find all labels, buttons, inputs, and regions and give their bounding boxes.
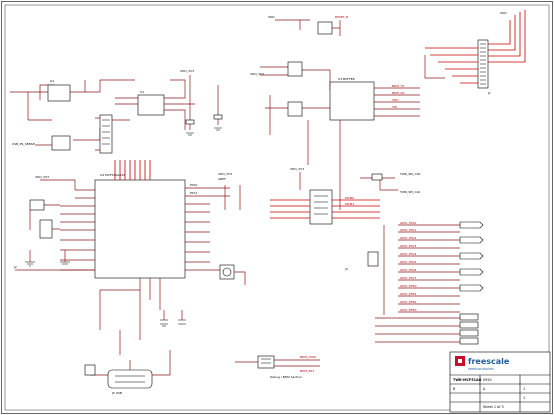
svg-text:VDD: VDD [268, 15, 275, 19]
offpage-connectors [459, 221, 484, 292]
gpio-net-list: GPIO_PTA0 GPIO_PTA1 GPIO_PTA2 GPIO_PTA3 … [344, 221, 484, 315]
svg-text:J1: J1 [487, 91, 491, 95]
net-label-3: GPIO_PTA3 [400, 244, 416, 248]
sheet-text: Sheet 1 of 3 [483, 405, 504, 409]
q1-transistor [47, 84, 71, 102]
fuse-f1 [84, 364, 96, 376]
sheet-of: 1 [523, 396, 525, 400]
buzzer [219, 264, 235, 280]
u5-driver-ic [309, 189, 333, 225]
schematic-sheet: Q1 USB_PS_SENSE U1 VDD_3V3 VDD RESET_B U… [1, 1, 553, 414]
svg-text:BDM_RST: BDM_RST [300, 369, 314, 373]
sheet-number: 1 [523, 387, 525, 391]
q2-transistor [51, 135, 71, 151]
svg-text:BDM_TX: BDM_TX [392, 84, 404, 88]
header-j1: VDD J1 [424, 10, 526, 95]
svg-text:U3 BUFFER: U3 BUFFER [338, 77, 355, 81]
svg-text:VDD_3V3: VDD_3V3 [35, 175, 49, 179]
svg-text:J2: J2 [13, 265, 17, 269]
u3-buffer-ic [329, 81, 375, 121]
svg-text:PWM1: PWM1 [345, 202, 354, 206]
svg-text:PTA1: PTA1 [190, 191, 197, 195]
sensor-block: VDD_3V3 AREF [215, 172, 246, 285]
svg-text:RESET_B: RESET_B [335, 15, 348, 19]
brand-name: freescale [468, 357, 510, 366]
svg-text:Q1: Q1 [50, 79, 54, 83]
offpage-spi-2 [459, 329, 479, 337]
svg-text:U4 MCF51AG128: U4 MCF51AG128 [100, 173, 125, 177]
net-label-7: GPIO_PTA7 [400, 276, 416, 280]
net-label-5: GPIO_PTA5 [400, 260, 416, 264]
svg-text:TWR_SPI_CS0: TWR_SPI_CS0 [399, 172, 420, 176]
reset-block: VDD RESET_B [268, 15, 348, 36]
u1-ic [137, 94, 165, 116]
bdm-header-j6 [257, 355, 275, 369]
cap-c10 [29, 199, 45, 211]
svg-text:BDM_DATA: BDM_DATA [300, 355, 317, 359]
resistor-r20 [371, 173, 383, 181]
u4-mcu [94, 179, 186, 279]
net-label-9: GPIO_PTB1 [400, 292, 417, 296]
jumper-j3 [367, 251, 379, 267]
doc-title: TWR-MCF51AG [453, 378, 482, 382]
usb-connector-block: J5 USB [84, 289, 186, 395]
net-label-10: GPIO_PTB2 [400, 300, 417, 304]
jumper-j3-label: J3 [344, 267, 348, 271]
svg-text:AREF: AREF [218, 177, 226, 181]
q5-transistor [287, 101, 303, 117]
svg-text:VDD_3V3: VDD_3V3 [218, 172, 232, 176]
net-label-11: GPIO_PTB3 [400, 308, 417, 312]
brand-sub: semiconductor [468, 367, 495, 371]
usb-connector-j5 [107, 369, 153, 389]
svg-text:J5 USB: J5 USB [111, 391, 122, 395]
driver-block: VDD_3V3 PWM0 PWM1 TWR_SPI_CS0 TWR_SPI_CL… [270, 167, 421, 225]
net-label-2: GPIO_PTA2 [400, 236, 416, 240]
svg-text:VDD_3V3: VDD_3V3 [180, 69, 194, 73]
spi-block [375, 313, 479, 345]
svg-text:TDI: TDI [391, 105, 397, 109]
net-label-1: GPIO_PTA1 [400, 228, 416, 232]
svg-text:USB_PS_SENSE: USB_PS_SENSE [12, 142, 35, 146]
title-block: freescale semiconductor TWR-MCF51AG 0950… [449, 351, 551, 413]
net-label-6: GPIO_PTA6 [400, 268, 416, 272]
cap-c2 [213, 114, 223, 120]
svg-text:PWM0: PWM0 [345, 196, 354, 200]
svg-text:VDD_3V3: VDD_3V3 [250, 72, 264, 76]
svg-text:U1: U1 [140, 90, 144, 94]
offpage-spi-0 [459, 313, 479, 321]
doc-number: 0950 [483, 378, 492, 382]
q3-transistor [317, 21, 333, 35]
svg-text:TDO: TDO [391, 98, 399, 102]
svg-text:VDD_3V3: VDD_3V3 [290, 167, 304, 171]
svg-text:BDM_RX: BDM_RX [392, 91, 405, 95]
regulator-block: Q1 USB_PS_SENSE U1 VDD_3V3 [10, 69, 223, 154]
sheet-inner-border [4, 4, 550, 411]
mcu-block: U4 MCF51AG128 PTA0 PTA1 J2 VDD_3V3 [13, 160, 230, 340]
net-label-4: GPIO_PTA4 [400, 252, 416, 256]
net-label-column: GPIO_PTA0 GPIO_PTA1 GPIO_PTA2 GPIO_PTA3 … [400, 221, 417, 312]
offpage-spi-3 [459, 337, 479, 345]
crystal-y1 [39, 219, 53, 239]
svg-text:VDD: VDD [500, 11, 507, 15]
net-label-0: GPIO_PTA0 [400, 221, 416, 225]
svg-text:TWR_SPI_CLK: TWR_SPI_CLK [399, 190, 421, 194]
net-label-8: GPIO_PTB0 [400, 284, 417, 288]
offpage-spi-1 [459, 321, 479, 329]
q4-transistor [287, 61, 303, 77]
cap-c1 [185, 119, 195, 125]
svg-text:PTA0: PTA0 [190, 183, 197, 187]
bottom-note: Debug / BDM Section [270, 375, 302, 379]
level-shifter-block: U3 BUFFER BDM_TX BDM_RX TDO TDI VDD_3V3 [250, 61, 420, 210]
jumper-array [99, 114, 113, 154]
bdm-header-block: BDM_DATA BDM_RST Debug / BDM Section [235, 355, 320, 379]
